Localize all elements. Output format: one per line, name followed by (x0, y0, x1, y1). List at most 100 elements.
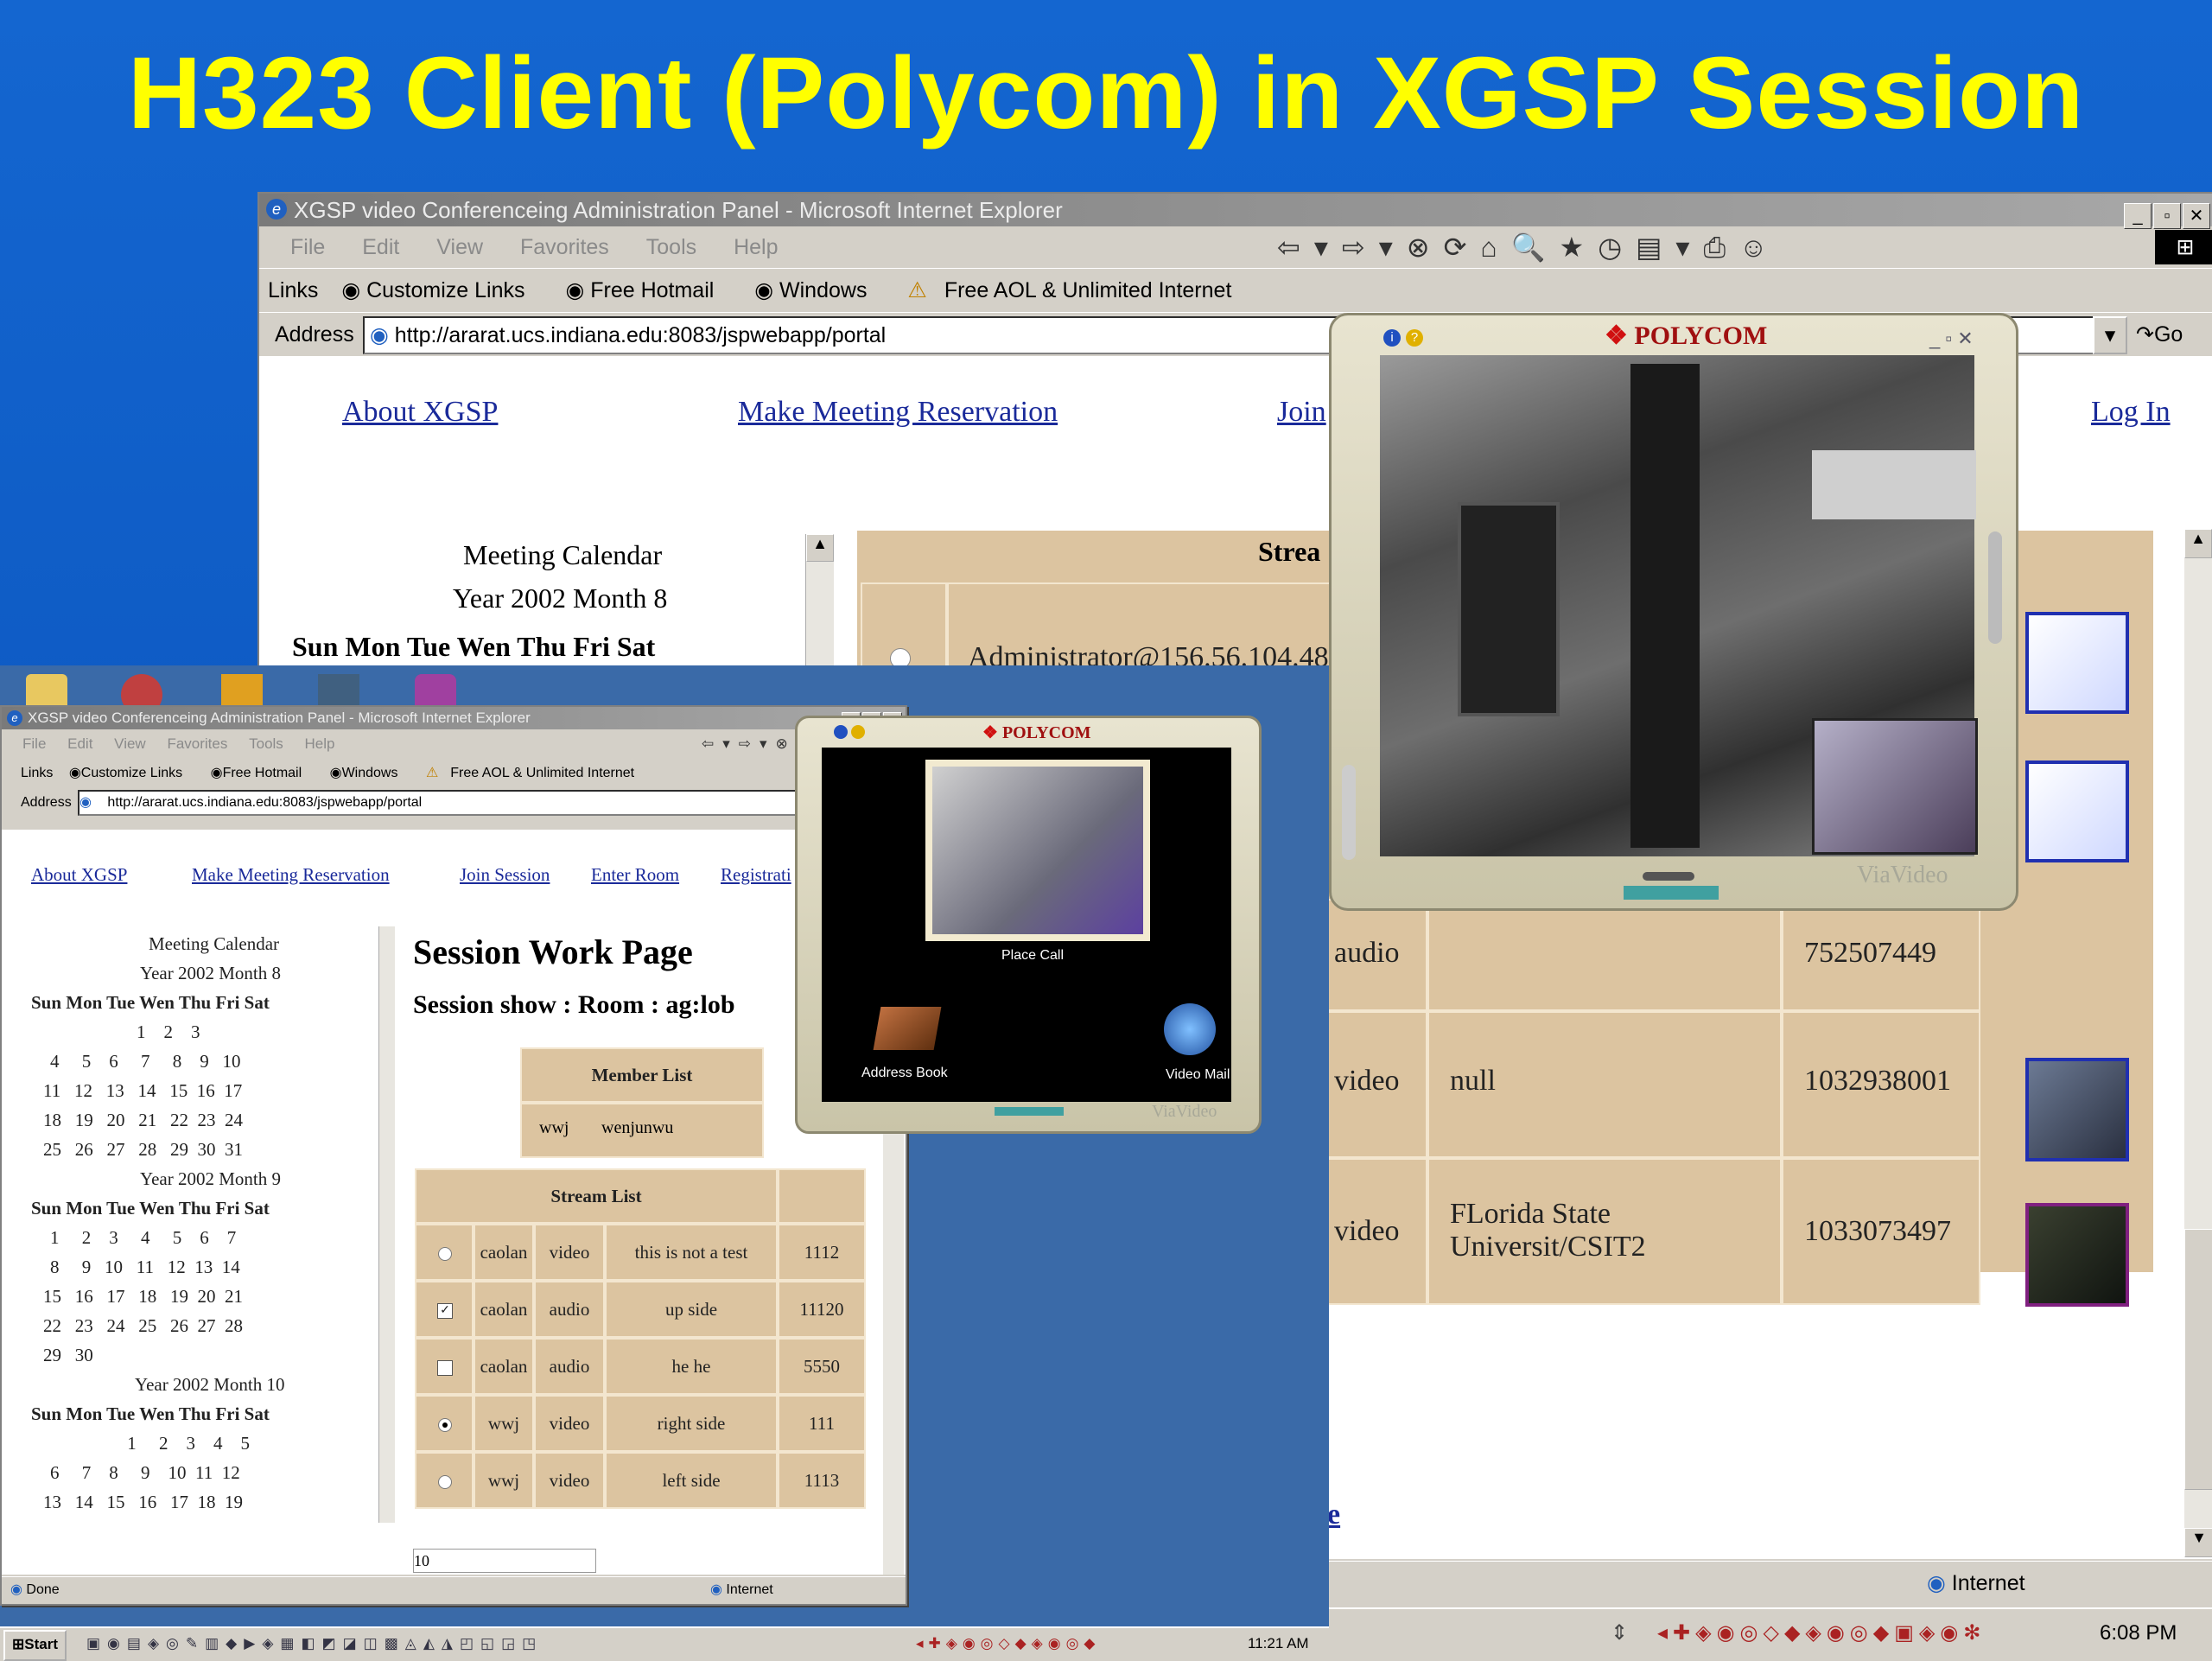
cal-oct-week2: 6 7 8 9 10 11 12 (50, 1462, 240, 1483)
link-customize[interactable]: ◉ Customize Links (341, 278, 542, 302)
main-titlebar: e XGSP video Conferenceing Administratio… (259, 194, 2212, 229)
link-windows[interactable]: ◉ Windows (754, 278, 884, 302)
calendar-scrollbar[interactable]: ▲ (805, 534, 834, 681)
taskbar-scroll-arrows[interactable]: ⇕ (1611, 1609, 1628, 1658)
go-button[interactable]: ↷Go (2136, 313, 2183, 356)
close-button[interactable]: ✕ (2183, 203, 2210, 229)
address-book-label[interactable]: Address Book (861, 1066, 948, 1081)
about-xgsp-link[interactable]: About XGSP (342, 396, 498, 429)
cal-sep-week3: 15 16 17 18 19 20 21 (43, 1286, 243, 1307)
inner-start-button[interactable]: ⊞Start (3, 1630, 67, 1661)
stream-thumbnail-1[interactable] (2025, 612, 2129, 714)
row1-id: 752507449 (1782, 899, 1980, 1011)
help-icon[interactable]: ? (1406, 329, 1423, 347)
small-calendar-heading: Meeting Calendar (149, 933, 280, 954)
page-scroll-down-icon[interactable]: ▼ (2184, 1528, 2212, 1557)
stream-row3-checkbox[interactable] (437, 1360, 453, 1376)
small-menu-file[interactable]: File (22, 735, 46, 752)
small-polycom-indicator (995, 1107, 1064, 1116)
restore-button[interactable]: ▫ (2153, 203, 2181, 229)
join-link[interactable]: Join (1277, 396, 1326, 429)
polycom-large-brand: ❖ POLYCOM (1605, 321, 1767, 351)
stream-row1-radio[interactable] (438, 1247, 452, 1261)
stream-thumbnail-2[interactable] (2025, 760, 2129, 862)
polycom-side-controls[interactable] (1342, 765, 1356, 860)
minimize-button[interactable]: _ (2124, 203, 2152, 229)
small-address-input[interactable]: ◉ http://ararat.ucs.indiana.edu:8083/jsp… (78, 790, 824, 816)
link-aol[interactable]: ⚠ Free AOL & Unlimited Internet (907, 278, 1249, 302)
stream-thumbnail-3[interactable] (2025, 1058, 2129, 1161)
tray-icons[interactable]: ◂✚◈◉◎◇◆◈◉◎◆▣◈◉✻ (1657, 1609, 1986, 1658)
info-icon[interactable]: i (1383, 329, 1401, 347)
stream-row2-checkbox[interactable]: ✓ (437, 1303, 453, 1319)
row2-id: 1032938001 (1782, 1011, 1980, 1158)
main-page-scrollbar[interactable]: ▲ ▼ (2184, 529, 2212, 1557)
small-menu-tools[interactable]: Tools (249, 735, 283, 752)
stream-thumbnail-4[interactable] (2025, 1203, 2129, 1307)
small-reserve-link[interactable]: Make Meeting Reservation (192, 864, 390, 886)
calendar-days: Sun Mon Tue Wen Thu Fri Sat (292, 631, 656, 662)
video-monitor-shape (1458, 502, 1560, 716)
address-dropdown-button[interactable]: ▾ (2093, 316, 2127, 354)
scroll-up-icon[interactable]: ▲ (806, 534, 834, 562)
menu-file[interactable]: File (290, 235, 325, 259)
small-menu-edit[interactable]: Edit (67, 735, 92, 752)
small-link-customize[interactable]: ◉Customize Links (69, 766, 194, 780)
row1-id-text: 752507449 (1804, 937, 1936, 969)
small-calendar-scrollbar[interactable] (378, 926, 395, 1523)
menu-tools[interactable]: Tools (646, 235, 696, 259)
small-join-session-link[interactable]: Join Session (460, 864, 550, 886)
member-list-header: Member List (520, 1047, 764, 1103)
inner-quicklaunch-icons[interactable]: ▣◉▤◈◎✎▥◆▶◈▦◧◩◪◫▩◬◭◮◰◱◲◳ (86, 1628, 543, 1659)
inner-tray-icons[interactable]: ◂✚◈◉◎◇◆◈◉◎◆ (916, 1628, 1100, 1659)
toolbar-icons[interactable]: ⇦▾⇨▾⊗⟳⌂🔍★◷▤▾⎙☺ (1277, 226, 1782, 268)
video-mail-label[interactable]: Video Mail (1166, 1067, 1230, 1083)
partial-link[interactable]: e (1327, 1499, 1340, 1531)
link-hotmail[interactable]: ◉ Free Hotmail (565, 278, 731, 302)
menu-favorites[interactable]: Favorites (520, 235, 609, 259)
stream-row2-type: audio (534, 1281, 605, 1338)
cal-aug-week4: 18 19 20 21 22 23 24 (43, 1110, 243, 1130)
video-mail-icon[interactable] (1164, 1003, 1216, 1055)
small-link-hotmail[interactable]: ◉Free Hotmail (211, 766, 315, 780)
status-zone-label: Internet (1951, 1571, 2025, 1595)
page-scroll-up-icon[interactable]: ▲ (2184, 529, 2212, 558)
small-info-icon[interactable] (834, 725, 848, 739)
stream-row5-desc: left side (605, 1452, 778, 1509)
place-call-label[interactable]: Place Call (1001, 948, 1064, 964)
small-addressbar: Address ◉ http://ararat.ucs.indiana.edu:… (2, 788, 906, 818)
small-menu-view[interactable]: View (114, 735, 146, 752)
cal-oct-days: Sun Mon Tue Wen Thu Fri Sat (31, 1403, 270, 1424)
stream-row3-desc: he he (605, 1338, 778, 1395)
main-menubar: File Edit View Favorites Tools Help ⇦▾⇨▾… (259, 226, 2212, 269)
small-menu-favorites[interactable]: Favorites (167, 735, 227, 752)
small-address-label: Address (21, 795, 72, 810)
small-menu-help[interactable]: Help (305, 735, 335, 752)
calendar-heading: Meeting Calendar (463, 539, 663, 570)
polycom-window-controls[interactable]: _ ▫ ✕ (1929, 328, 1974, 350)
menu-help[interactable]: Help (734, 235, 778, 259)
stream-row3-id: 5550 (778, 1338, 866, 1395)
small-about-link[interactable]: About XGSP (31, 864, 127, 886)
stream-row5-radio[interactable] (438, 1475, 452, 1489)
menu-view[interactable]: View (436, 235, 483, 259)
small-help-icon[interactable] (851, 725, 865, 739)
polycom-large-video (1380, 355, 1978, 856)
reserve-link[interactable]: Make Meeting Reservation (738, 396, 1058, 429)
address-book-icon[interactable] (873, 1007, 942, 1050)
session-input[interactable]: 10 (413, 1549, 596, 1573)
cal-oct-week3: 13 14 15 16 17 18 19 (43, 1492, 243, 1512)
menu-edit[interactable]: Edit (362, 235, 399, 259)
small-registration-link[interactable]: Registrati (721, 864, 791, 886)
small-link-aol[interactable]: ⚠ Free AOL & Unlimited Internet (426, 766, 646, 780)
small-status-zone: ◉ Internet (710, 1577, 773, 1603)
polycom-volume-slider[interactable] (1988, 531, 2002, 644)
login-link[interactable]: Log In (2091, 396, 2171, 429)
small-link-windows[interactable]: ◉Windows (330, 766, 410, 780)
small-toolbar-icons[interactable]: ⇦▾⇨▾⊗ (702, 729, 797, 759)
place-call-preview[interactable] (925, 760, 1150, 941)
small-enter-room-link[interactable]: Enter Room (591, 864, 679, 886)
stream-row4-radio[interactable] (438, 1418, 452, 1432)
polycom-small-brand-text: POLYCOM (1001, 723, 1091, 742)
page-scroll-thumb[interactable] (2184, 1229, 2212, 1490)
